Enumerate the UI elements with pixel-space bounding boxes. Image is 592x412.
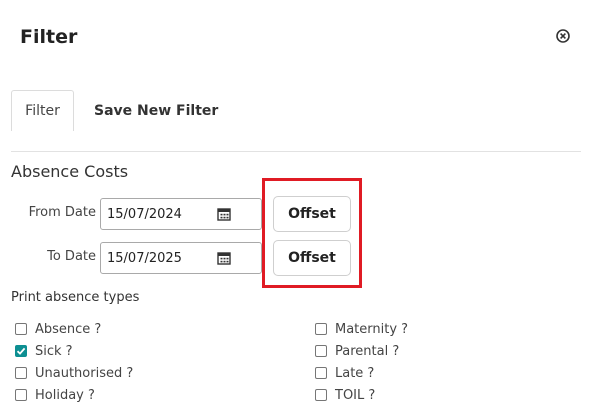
checkbox-box[interactable] [15,367,27,379]
tab-save-new-filter[interactable]: Save New Filter [84,90,228,131]
checkbox-label: Late ? [335,365,375,381]
section-title: Absence Costs [11,162,129,181]
to-date-value: 15/07/2025 [107,250,182,266]
checkbox-maternity[interactable]: Maternity ? [315,318,408,340]
checkbox-toil[interactable]: TOIL ? [315,384,408,406]
tab-filter[interactable]: Filter [11,90,74,131]
checkbox-unauthorised[interactable]: Unauthorised ? [15,362,133,384]
modal-title: Filter [20,26,78,48]
checkbox-box[interactable] [15,323,27,335]
from-date-label: From Date [28,205,96,220]
checkbox-label: Unauthorised ? [35,365,134,381]
close-icon[interactable] [556,29,570,43]
checkbox-label: Absence ? [35,321,102,337]
checkbox-box[interactable] [315,345,327,357]
checkbox-box[interactable] [15,345,27,357]
calendar-icon[interactable] [217,251,231,265]
highlight-box [262,178,362,288]
from-date-value: 15/07/2024 [107,206,182,222]
checkbox-sick[interactable]: Sick ? [15,340,133,362]
check-icon [16,347,26,355]
checkbox-absence[interactable]: Absence ? [15,318,133,340]
calendar-icon[interactable] [217,207,231,221]
checkbox-parental[interactable]: Parental ? [315,340,408,362]
to-date-input[interactable]: 15/07/2025 [100,242,262,274]
checkbox-holiday[interactable]: Holiday ? [15,384,133,406]
checkbox-label: Parental ? [335,343,400,359]
checkbox-label: Maternity ? [335,321,409,337]
checkbox-label: TOIL ? [335,387,376,403]
absence-types-left: Absence ? Sick ? Unauthorised ? Holiday … [15,318,133,406]
absence-types-right: Maternity ? Parental ? Late ? TOIL ? [315,318,408,406]
checkbox-label: Sick ? [35,343,73,359]
tab-divider [11,151,581,152]
checkbox-label: Holiday ? [35,387,95,403]
checkbox-box[interactable] [315,323,327,335]
checkbox-box[interactable] [315,367,327,379]
checkbox-box[interactable] [15,389,27,401]
from-date-input[interactable]: 15/07/2024 [100,198,262,230]
print-absence-types-label: Print absence types [11,290,140,305]
to-date-label: To Date [47,249,96,264]
checkbox-box[interactable] [315,389,327,401]
checkbox-late[interactable]: Late ? [315,362,408,384]
